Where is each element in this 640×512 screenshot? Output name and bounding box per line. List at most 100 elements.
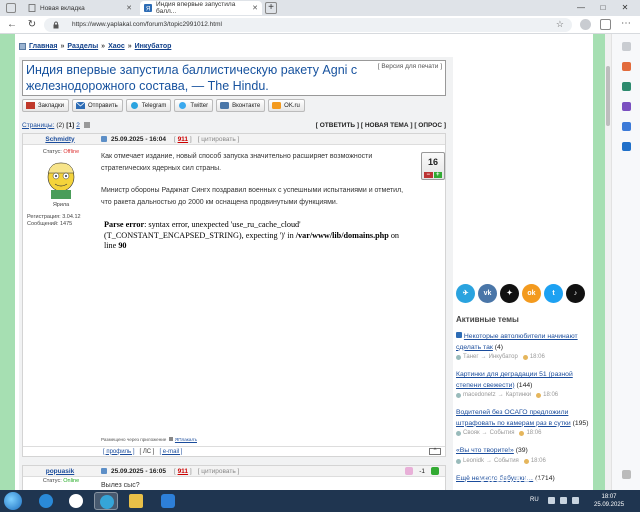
topic-user[interactable]: Танег bbox=[463, 353, 479, 362]
zen-icon[interactable]: ✦ bbox=[500, 284, 519, 303]
vk-icon[interactable]: vk bbox=[478, 284, 497, 303]
start-button[interactable] bbox=[4, 492, 22, 510]
breadcrumb-incubator[interactable]: Инкубатор bbox=[135, 43, 172, 50]
taskbar-app-ie[interactable] bbox=[34, 492, 58, 510]
quote-link[interactable]: [ цитировать ] bbox=[198, 136, 240, 143]
profile-avatar-icon[interactable] bbox=[580, 19, 591, 30]
avatar[interactable] bbox=[39, 159, 83, 199]
topic-section[interactable]: События bbox=[490, 429, 515, 438]
app-link[interactable]: ЯПлакалъ bbox=[175, 437, 197, 442]
author-link[interactable]: Schmidty bbox=[23, 136, 97, 143]
close-icon[interactable]: ✕ bbox=[126, 4, 132, 12]
url-text[interactable]: https://www.yaplakal.com/forum3/topic299… bbox=[72, 21, 222, 28]
taskbar-app-store[interactable] bbox=[156, 492, 180, 510]
heart-icon[interactable] bbox=[405, 467, 414, 475]
post-icon[interactable] bbox=[101, 136, 107, 142]
navigation-bar: ← ↻ https://www.yaplakal.com/forum3/topi… bbox=[0, 16, 640, 34]
bookmarks-button[interactable]: Закладки bbox=[22, 99, 69, 112]
shopping-icon[interactable] bbox=[622, 62, 631, 71]
close-icon[interactable]: ✕ bbox=[252, 4, 258, 12]
reputation-value[interactable]: 911 bbox=[178, 136, 189, 143]
page-2-link[interactable]: 2 bbox=[76, 122, 80, 129]
topic-meta: Танег → Инкубатор 18:06 bbox=[456, 353, 591, 362]
scroll-top-button[interactable]: ^ bbox=[429, 448, 441, 455]
post-icon[interactable] bbox=[101, 468, 107, 474]
breadcrumb-chaos[interactable]: Хаос bbox=[108, 43, 125, 50]
system-clock[interactable]: 18:07 25.09.2025 bbox=[594, 493, 624, 509]
email-link[interactable]: [ e-mail ] bbox=[159, 449, 182, 455]
lock-icon[interactable] bbox=[52, 21, 60, 29]
topic-user[interactable]: macedonetz bbox=[463, 391, 496, 400]
maximize-button[interactable]: □ bbox=[594, 1, 612, 14]
input-language[interactable]: RU bbox=[530, 497, 539, 503]
send-button[interactable]: Отправить bbox=[71, 99, 123, 112]
topic-actions[interactable]: [ ОТВЕТИТЬ ] [ НОВАЯ ТЕМА ] [ ОПРОС ] bbox=[316, 122, 446, 129]
tab-new-tab[interactable]: Новая вкладка ✕ bbox=[24, 1, 136, 15]
twitter-icon[interactable]: t bbox=[544, 284, 563, 303]
new-tab-button[interactable]: + bbox=[265, 2, 277, 14]
settings-icon[interactable] bbox=[622, 470, 631, 479]
ok-icon[interactable]: ok bbox=[522, 284, 541, 303]
telegram-share-button[interactable]: Telegram bbox=[125, 99, 172, 112]
network-icon[interactable] bbox=[560, 497, 567, 504]
bookmark-star-icon[interactable]: ☆ bbox=[556, 19, 564, 30]
page-jump-icon[interactable] bbox=[83, 122, 90, 128]
print-version-link[interactable]: [ Версия для печати ] bbox=[378, 63, 442, 70]
telegram-icon[interactable]: ✈ bbox=[456, 284, 475, 303]
twitter-share-button[interactable]: Twitter bbox=[174, 99, 214, 112]
topic-section[interactable]: Инкубатор bbox=[489, 353, 518, 362]
ok-share-button[interactable]: OK.ru bbox=[268, 99, 305, 112]
tray-arrow-icon[interactable] bbox=[548, 497, 555, 504]
address-bar[interactable]: https://www.yaplakal.com/forum3/topic299… bbox=[44, 18, 572, 32]
registration-info: Регистрация: 3.04.12 Сообщений: 1475 bbox=[23, 214, 99, 228]
scrollbar-thumb[interactable] bbox=[606, 66, 610, 126]
back-arrow-icon[interactable]: ← bbox=[6, 19, 18, 31]
tiktok-icon[interactable]: ♪ bbox=[566, 284, 585, 303]
add-app-icon[interactable] bbox=[622, 142, 631, 151]
topic-user[interactable]: Свояк bbox=[463, 429, 480, 438]
breadcrumb-home[interactable]: Главная bbox=[29, 43, 57, 50]
games-icon[interactable] bbox=[622, 102, 631, 111]
topic-link[interactable]: Некоторые автолюбители начинают сделать … bbox=[456, 333, 578, 351]
page-icon bbox=[28, 4, 36, 12]
vk-share-button[interactable]: Вконтакте bbox=[216, 99, 266, 112]
reputation-value[interactable]: 911 bbox=[178, 468, 189, 475]
author-link[interactable]: popuasik bbox=[23, 468, 97, 475]
topic-section[interactable]: События bbox=[494, 457, 519, 466]
refresh-icon[interactable]: ↻ bbox=[26, 19, 38, 31]
menu-dots-icon[interactable]: ⋯ bbox=[620, 18, 632, 30]
tab-bar: Новая вкладка ✕ Я Индия впервые запустил… bbox=[0, 0, 640, 16]
post-paragraph: Министр обороны Раджнат Сингх поздравил … bbox=[101, 187, 404, 206]
topic-user[interactable]: Leonidk bbox=[463, 457, 484, 466]
pages-label[interactable]: Страницы: bbox=[22, 122, 54, 129]
vote-up-button[interactable]: + bbox=[433, 172, 442, 178]
vote-up-icon[interactable] bbox=[431, 467, 439, 475]
taskbar-app-edge[interactable] bbox=[94, 492, 118, 510]
tab-actions-icon[interactable] bbox=[6, 3, 16, 13]
quote-link[interactable]: [ цитировать ] bbox=[198, 468, 240, 475]
taskbar-app-folder[interactable] bbox=[124, 492, 148, 510]
share-toolbar: Закладки Отправить Telegram Twitter Вкон… bbox=[22, 99, 305, 112]
breadcrumb-sections[interactable]: Разделы bbox=[67, 43, 98, 50]
extensions-icon[interactable] bbox=[600, 19, 611, 30]
pm-link[interactable]: [ ЛС ] bbox=[140, 449, 155, 455]
minimize-button[interactable]: — bbox=[572, 1, 590, 14]
search-icon[interactable] bbox=[622, 42, 631, 51]
vote-down-button[interactable]: − bbox=[424, 172, 433, 178]
breadcrumb-separator: » bbox=[60, 43, 65, 50]
status-label: Статус: bbox=[42, 149, 62, 155]
status-badge: Online bbox=[63, 478, 80, 484]
topic-section[interactable]: Картинки bbox=[506, 391, 531, 400]
topic-link[interactable]: Водителей без ОСАГО предложили штрафоват… bbox=[456, 409, 571, 427]
topic-count: (195) bbox=[572, 419, 589, 427]
user-icon bbox=[456, 393, 461, 398]
outlook-icon[interactable] bbox=[622, 122, 631, 131]
topic-link[interactable]: Картинки для деградации 51 (разной степе… bbox=[456, 371, 573, 389]
tools-icon[interactable] bbox=[622, 82, 631, 91]
topic-link[interactable]: «Вы что творите!» bbox=[456, 447, 514, 454]
close-window-button[interactable]: ✕ bbox=[616, 1, 634, 14]
volume-icon[interactable] bbox=[572, 497, 579, 504]
tab-active-topic[interactable]: Я Индия впервые запустила балл... ✕ bbox=[140, 1, 262, 15]
profile-link[interactable]: [ профиль ] bbox=[103, 449, 135, 455]
taskbar-app-yandex[interactable] bbox=[64, 492, 88, 510]
